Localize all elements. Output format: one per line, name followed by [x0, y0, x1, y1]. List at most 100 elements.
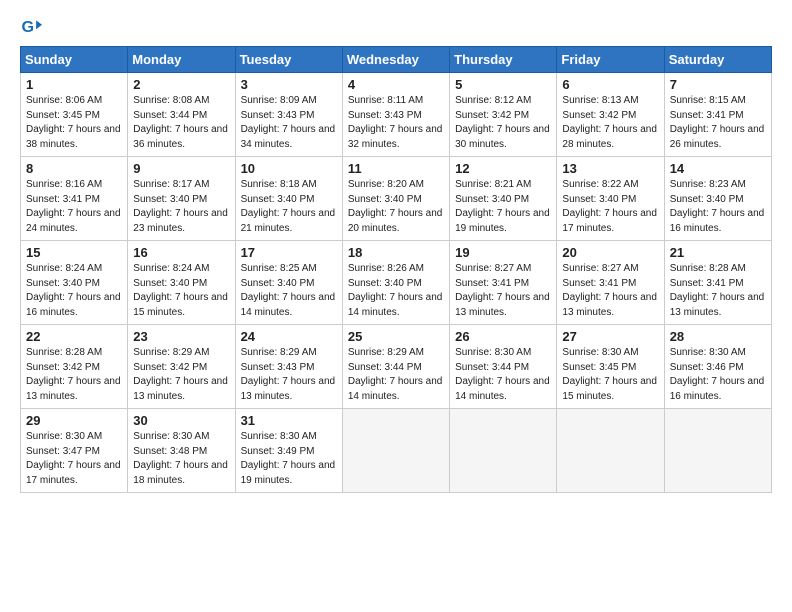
calendar-cell: 14 Sunrise: 8:23 AM Sunset: 3:40 PM Dayl…: [664, 157, 771, 241]
header: G: [20, 16, 772, 38]
cell-info: Sunrise: 8:15 AM Sunset: 3:41 PM Dayligh…: [670, 94, 766, 152]
calendar-header-row: SundayMondayTuesdayWednesdayThursdayFrid…: [21, 47, 772, 73]
calendar-cell: 12 Sunrise: 8:21 AM Sunset: 3:40 PM Dayl…: [450, 157, 557, 241]
cell-info: Sunrise: 8:30 AM Sunset: 3:49 PM Dayligh…: [241, 430, 337, 488]
day-number: 28: [670, 329, 766, 344]
day-number: 15: [26, 245, 122, 260]
day-number: 19: [455, 245, 551, 260]
col-header-tuesday: Tuesday: [235, 47, 342, 73]
calendar-cell: 1 Sunrise: 8:06 AM Sunset: 3:45 PM Dayli…: [21, 73, 128, 157]
day-number: 31: [241, 413, 337, 428]
day-number: 22: [26, 329, 122, 344]
day-number: 20: [562, 245, 658, 260]
cell-info: Sunrise: 8:30 AM Sunset: 3:47 PM Dayligh…: [26, 430, 122, 488]
calendar-cell: 18 Sunrise: 8:26 AM Sunset: 3:40 PM Dayl…: [342, 241, 449, 325]
day-number: 25: [348, 329, 444, 344]
calendar-cell: 5 Sunrise: 8:12 AM Sunset: 3:42 PM Dayli…: [450, 73, 557, 157]
day-number: 16: [133, 245, 229, 260]
day-number: 12: [455, 161, 551, 176]
cell-info: Sunrise: 8:12 AM Sunset: 3:42 PM Dayligh…: [455, 94, 551, 152]
day-number: 17: [241, 245, 337, 260]
cell-info: Sunrise: 8:29 AM Sunset: 3:44 PM Dayligh…: [348, 346, 444, 404]
day-number: 11: [348, 161, 444, 176]
cell-info: Sunrise: 8:30 AM Sunset: 3:48 PM Dayligh…: [133, 430, 229, 488]
cell-info: Sunrise: 8:17 AM Sunset: 3:40 PM Dayligh…: [133, 178, 229, 236]
calendar-cell: 27 Sunrise: 8:30 AM Sunset: 3:45 PM Dayl…: [557, 325, 664, 409]
calendar-cell: 28 Sunrise: 8:30 AM Sunset: 3:46 PM Dayl…: [664, 325, 771, 409]
cell-info: Sunrise: 8:27 AM Sunset: 3:41 PM Dayligh…: [562, 262, 658, 320]
calendar-cell: 22 Sunrise: 8:28 AM Sunset: 3:42 PM Dayl…: [21, 325, 128, 409]
calendar-week-2: 8 Sunrise: 8:16 AM Sunset: 3:41 PM Dayli…: [21, 157, 772, 241]
day-number: 26: [455, 329, 551, 344]
calendar-cell: 23 Sunrise: 8:29 AM Sunset: 3:42 PM Dayl…: [128, 325, 235, 409]
col-header-monday: Monday: [128, 47, 235, 73]
day-number: 29: [26, 413, 122, 428]
cell-info: Sunrise: 8:11 AM Sunset: 3:43 PM Dayligh…: [348, 94, 444, 152]
calendar-cell: 9 Sunrise: 8:17 AM Sunset: 3:40 PM Dayli…: [128, 157, 235, 241]
day-number: 13: [562, 161, 658, 176]
cell-info: Sunrise: 8:30 AM Sunset: 3:46 PM Dayligh…: [670, 346, 766, 404]
day-number: 27: [562, 329, 658, 344]
cell-info: Sunrise: 8:06 AM Sunset: 3:45 PM Dayligh…: [26, 94, 122, 152]
cell-info: Sunrise: 8:13 AM Sunset: 3:42 PM Dayligh…: [562, 94, 658, 152]
col-header-saturday: Saturday: [664, 47, 771, 73]
calendar-cell: 6 Sunrise: 8:13 AM Sunset: 3:42 PM Dayli…: [557, 73, 664, 157]
cell-info: Sunrise: 8:09 AM Sunset: 3:43 PM Dayligh…: [241, 94, 337, 152]
cell-info: Sunrise: 8:27 AM Sunset: 3:41 PM Dayligh…: [455, 262, 551, 320]
calendar-cell: 21 Sunrise: 8:28 AM Sunset: 3:41 PM Dayl…: [664, 241, 771, 325]
calendar-cell: 3 Sunrise: 8:09 AM Sunset: 3:43 PM Dayli…: [235, 73, 342, 157]
day-number: 4: [348, 77, 444, 92]
cell-info: Sunrise: 8:30 AM Sunset: 3:45 PM Dayligh…: [562, 346, 658, 404]
day-number: 7: [670, 77, 766, 92]
calendar-cell: 17 Sunrise: 8:25 AM Sunset: 3:40 PM Dayl…: [235, 241, 342, 325]
day-number: 18: [348, 245, 444, 260]
col-header-friday: Friday: [557, 47, 664, 73]
day-number: 1: [26, 77, 122, 92]
day-number: 23: [133, 329, 229, 344]
calendar-cell: 4 Sunrise: 8:11 AM Sunset: 3:43 PM Dayli…: [342, 73, 449, 157]
calendar-cell: 10 Sunrise: 8:18 AM Sunset: 3:40 PM Dayl…: [235, 157, 342, 241]
calendar-cell: [450, 409, 557, 493]
cell-info: Sunrise: 8:08 AM Sunset: 3:44 PM Dayligh…: [133, 94, 229, 152]
calendar-cell: 31 Sunrise: 8:30 AM Sunset: 3:49 PM Dayl…: [235, 409, 342, 493]
cell-info: Sunrise: 8:29 AM Sunset: 3:43 PM Dayligh…: [241, 346, 337, 404]
calendar-cell: 19 Sunrise: 8:27 AM Sunset: 3:41 PM Dayl…: [450, 241, 557, 325]
calendar-cell: 11 Sunrise: 8:20 AM Sunset: 3:40 PM Dayl…: [342, 157, 449, 241]
day-number: 14: [670, 161, 766, 176]
cell-info: Sunrise: 8:30 AM Sunset: 3:44 PM Dayligh…: [455, 346, 551, 404]
day-number: 30: [133, 413, 229, 428]
cell-info: Sunrise: 8:24 AM Sunset: 3:40 PM Dayligh…: [26, 262, 122, 320]
day-number: 3: [241, 77, 337, 92]
calendar-cell: 24 Sunrise: 8:29 AM Sunset: 3:43 PM Dayl…: [235, 325, 342, 409]
page: G SundayMondayTuesdayWednesdayThursdayFr…: [0, 0, 792, 612]
calendar-week-1: 1 Sunrise: 8:06 AM Sunset: 3:45 PM Dayli…: [21, 73, 772, 157]
cell-info: Sunrise: 8:26 AM Sunset: 3:40 PM Dayligh…: [348, 262, 444, 320]
cell-info: Sunrise: 8:28 AM Sunset: 3:42 PM Dayligh…: [26, 346, 122, 404]
col-header-sunday: Sunday: [21, 47, 128, 73]
cell-info: Sunrise: 8:16 AM Sunset: 3:41 PM Dayligh…: [26, 178, 122, 236]
cell-info: Sunrise: 8:23 AM Sunset: 3:40 PM Dayligh…: [670, 178, 766, 236]
calendar-cell: 30 Sunrise: 8:30 AM Sunset: 3:48 PM Dayl…: [128, 409, 235, 493]
calendar-cell: 20 Sunrise: 8:27 AM Sunset: 3:41 PM Dayl…: [557, 241, 664, 325]
calendar-cell: 8 Sunrise: 8:16 AM Sunset: 3:41 PM Dayli…: [21, 157, 128, 241]
cell-info: Sunrise: 8:18 AM Sunset: 3:40 PM Dayligh…: [241, 178, 337, 236]
cell-info: Sunrise: 8:21 AM Sunset: 3:40 PM Dayligh…: [455, 178, 551, 236]
day-number: 10: [241, 161, 337, 176]
calendar-cell: [342, 409, 449, 493]
cell-info: Sunrise: 8:24 AM Sunset: 3:40 PM Dayligh…: [133, 262, 229, 320]
calendar-week-5: 29 Sunrise: 8:30 AM Sunset: 3:47 PM Dayl…: [21, 409, 772, 493]
logo: G: [20, 16, 44, 38]
calendar-cell: 16 Sunrise: 8:24 AM Sunset: 3:40 PM Dayl…: [128, 241, 235, 325]
cell-info: Sunrise: 8:29 AM Sunset: 3:42 PM Dayligh…: [133, 346, 229, 404]
day-number: 2: [133, 77, 229, 92]
calendar-cell: [664, 409, 771, 493]
calendar-table: SundayMondayTuesdayWednesdayThursdayFrid…: [20, 46, 772, 493]
day-number: 6: [562, 77, 658, 92]
calendar-cell: 15 Sunrise: 8:24 AM Sunset: 3:40 PM Dayl…: [21, 241, 128, 325]
logo-icon: G: [20, 16, 42, 38]
col-header-wednesday: Wednesday: [342, 47, 449, 73]
calendar-cell: 2 Sunrise: 8:08 AM Sunset: 3:44 PM Dayli…: [128, 73, 235, 157]
cell-info: Sunrise: 8:25 AM Sunset: 3:40 PM Dayligh…: [241, 262, 337, 320]
day-number: 24: [241, 329, 337, 344]
calendar-cell: 7 Sunrise: 8:15 AM Sunset: 3:41 PM Dayli…: [664, 73, 771, 157]
